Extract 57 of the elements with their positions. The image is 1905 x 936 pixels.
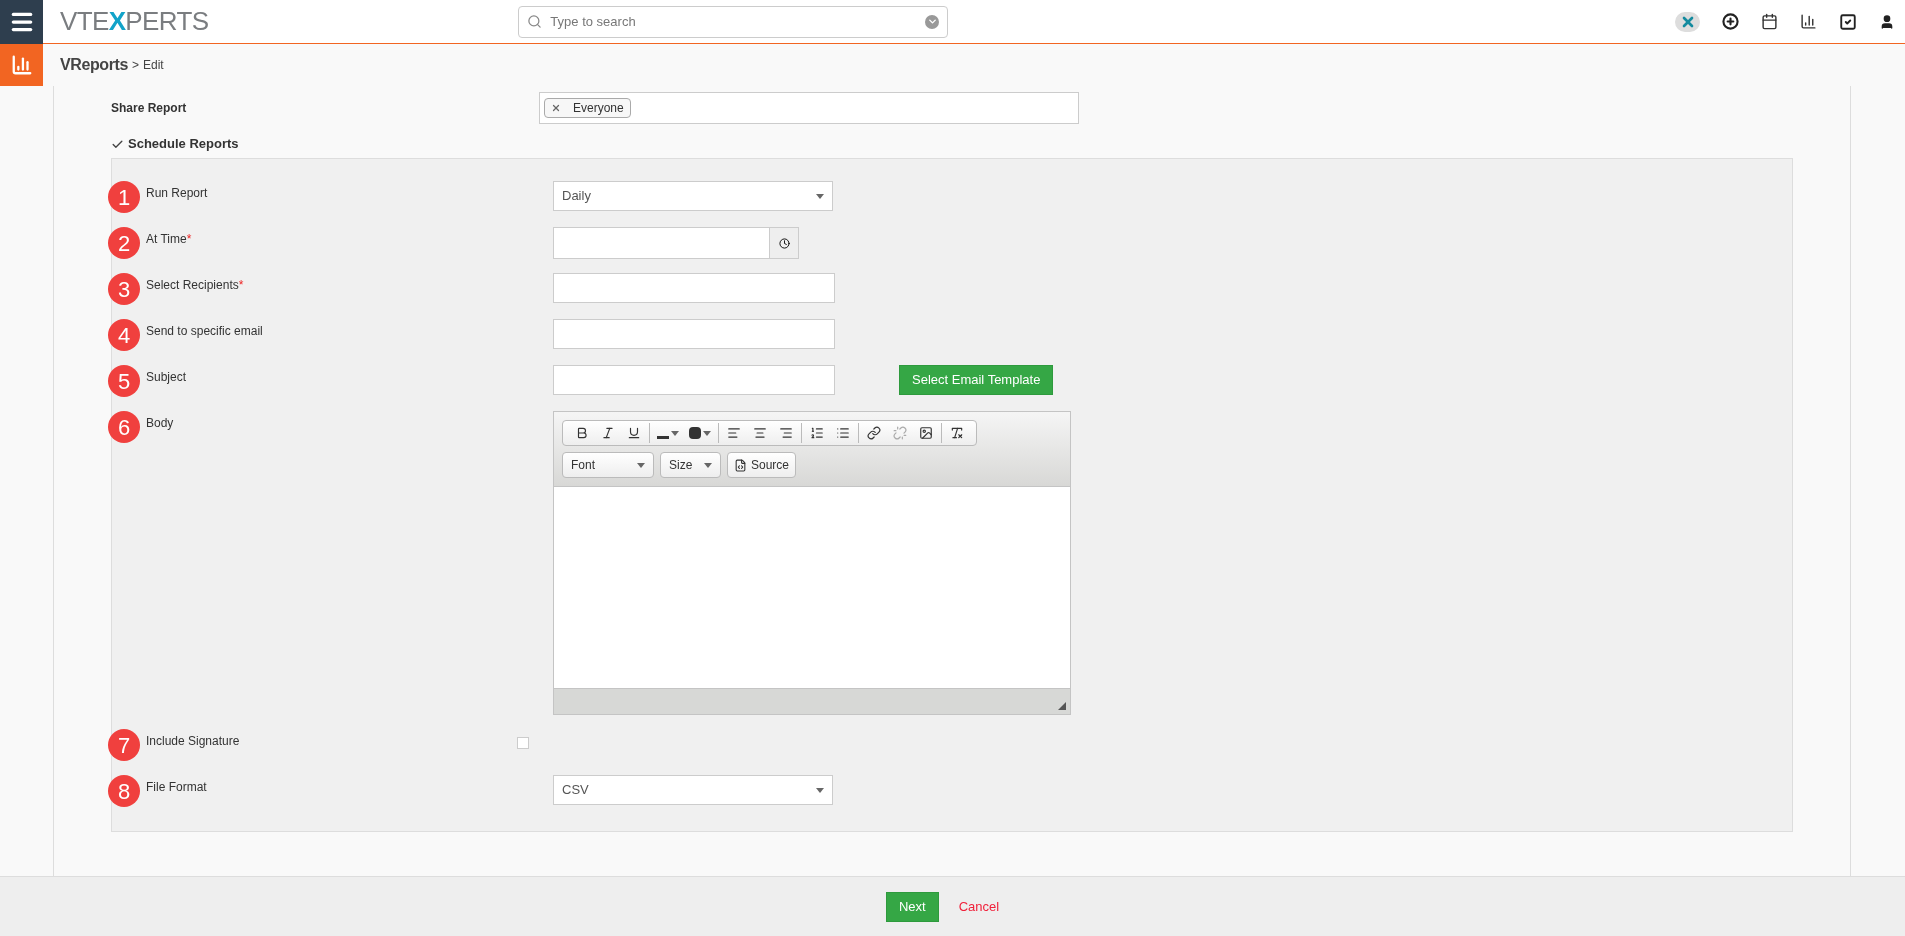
share-tag[interactable]: Everyone — [544, 98, 631, 118]
field-label: Subject — [146, 369, 188, 386]
step-number-badge: 7 — [108, 729, 140, 761]
field-label: Send to specific email — [146, 323, 264, 340]
select-dropdown[interactable]: CSV — [553, 775, 833, 805]
remove-icon[interactable] — [551, 103, 561, 113]
share-report-label: Share Report — [111, 100, 188, 117]
menu-button[interactable] — [0, 0, 43, 44]
text-field[interactable] — [553, 273, 835, 303]
field-label: Body — [146, 415, 175, 432]
search-input[interactable]: Type to search — [550, 11, 918, 32]
field-label: Run Report — [146, 185, 209, 202]
chevron-down-icon[interactable] — [925, 14, 940, 29]
caret-icon — [816, 787, 824, 793]
cancel-link[interactable]: Cancel — [958, 896, 1000, 917]
breadcrumb-separator: > — [131, 57, 139, 74]
step-number-badge: 5 — [108, 365, 140, 397]
step-number-badge: 2 — [108, 227, 140, 259]
search-field[interactable]: Type to search — [518, 5, 949, 38]
step-number-badge: 6 — [108, 411, 140, 443]
size-dropdown[interactable]: Size — [660, 452, 721, 478]
bar-chart-icon[interactable] — [1800, 13, 1817, 30]
font-dropdown[interactable]: Font — [562, 452, 654, 478]
breadcrumb-page: Edit — [142, 57, 164, 74]
calendar-icon[interactable] — [1761, 13, 1778, 30]
field-label: Select Recipients* — [146, 277, 245, 294]
text-field[interactable] — [553, 319, 835, 349]
step-number-badge: 4 — [108, 319, 140, 351]
field-label: Include Signature — [146, 733, 241, 750]
source-icon — [734, 458, 747, 472]
rich-text-editor[interactable]: Font Size Source — [553, 411, 1071, 715]
field-label: File Format — [146, 779, 208, 796]
checked-box-icon[interactable] — [1839, 12, 1857, 31]
text-field[interactable] — [553, 365, 835, 395]
select-dropdown[interactable]: Daily — [553, 181, 833, 211]
caret-icon — [703, 430, 711, 436]
caret-icon — [637, 462, 645, 468]
field-label: At Time* — [146, 231, 193, 248]
schedule-reports-label: Schedule Reports — [128, 135, 239, 154]
time-field[interactable] — [553, 227, 799, 259]
source-button[interactable]: Source — [727, 452, 797, 478]
breadcrumb-module[interactable]: VReports — [60, 53, 128, 77]
step-number-badge: 3 — [108, 273, 140, 305]
x-logo-icon[interactable] — [1675, 11, 1700, 32]
add-icon[interactable] — [1722, 13, 1739, 30]
checkbox[interactable] — [517, 737, 529, 749]
step-number-badge: 1 — [108, 181, 140, 213]
user-icon[interactable] — [1879, 13, 1895, 30]
share-field[interactable]: Everyone — [539, 92, 1079, 124]
clock-icon[interactable] — [769, 228, 798, 258]
caret-icon — [816, 193, 824, 199]
step-number-badge: 8 — [108, 775, 140, 807]
search-icon — [527, 14, 543, 29]
resize-handle-icon[interactable] — [1058, 702, 1066, 710]
caret-icon — [671, 430, 679, 436]
logo: VTEXPERTS — [60, 5, 209, 38]
caret-icon — [704, 462, 712, 468]
